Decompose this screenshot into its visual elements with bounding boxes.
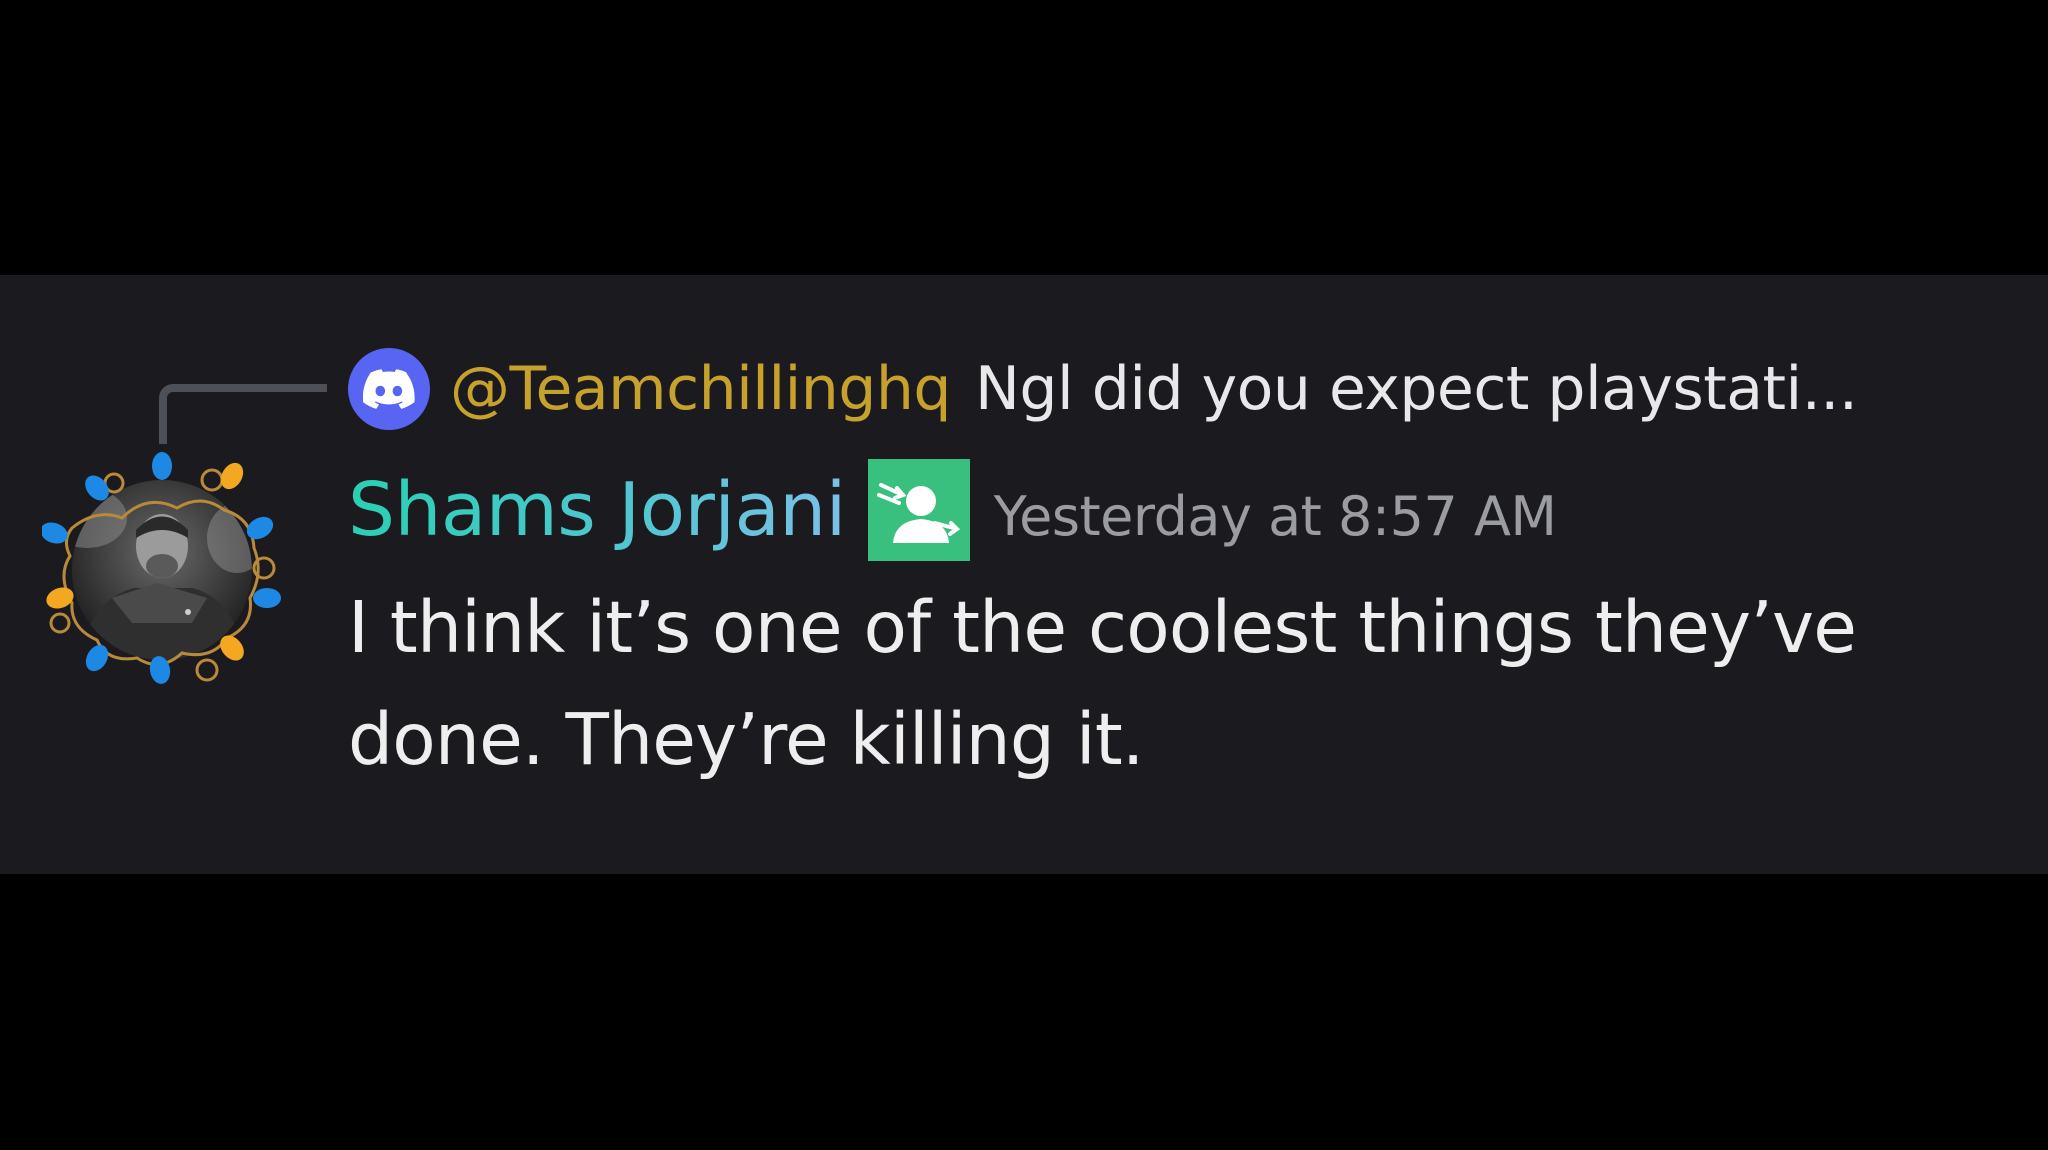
message-header: Shams Jorjani Yesterday at 8:57 AM: [348, 455, 1557, 565]
person-arrows-icon[interactable]: [867, 459, 970, 561]
screen: @Teamchillinghq Ngl did you expect plays…: [0, 0, 2048, 1150]
reply-preview-text[interactable]: Ngl did you expect playstati...: [975, 354, 1858, 424]
reply-author-name[interactable]: @Teamchillinghq: [450, 354, 952, 424]
message-text: I think it’s one of the coolest things t…: [348, 586, 1857, 781]
avatar[interactable]: [40, 448, 288, 688]
author-name[interactable]: Shams Jorjani: [348, 467, 846, 553]
reply-connector-line: [159, 384, 327, 444]
message-timestamp[interactable]: Yesterday at 8:57 AM: [994, 473, 1557, 548]
discord-logo-icon[interactable]: [348, 348, 430, 430]
reply-preview[interactable]: @Teamchillinghq Ngl did you expect plays…: [348, 344, 1858, 434]
